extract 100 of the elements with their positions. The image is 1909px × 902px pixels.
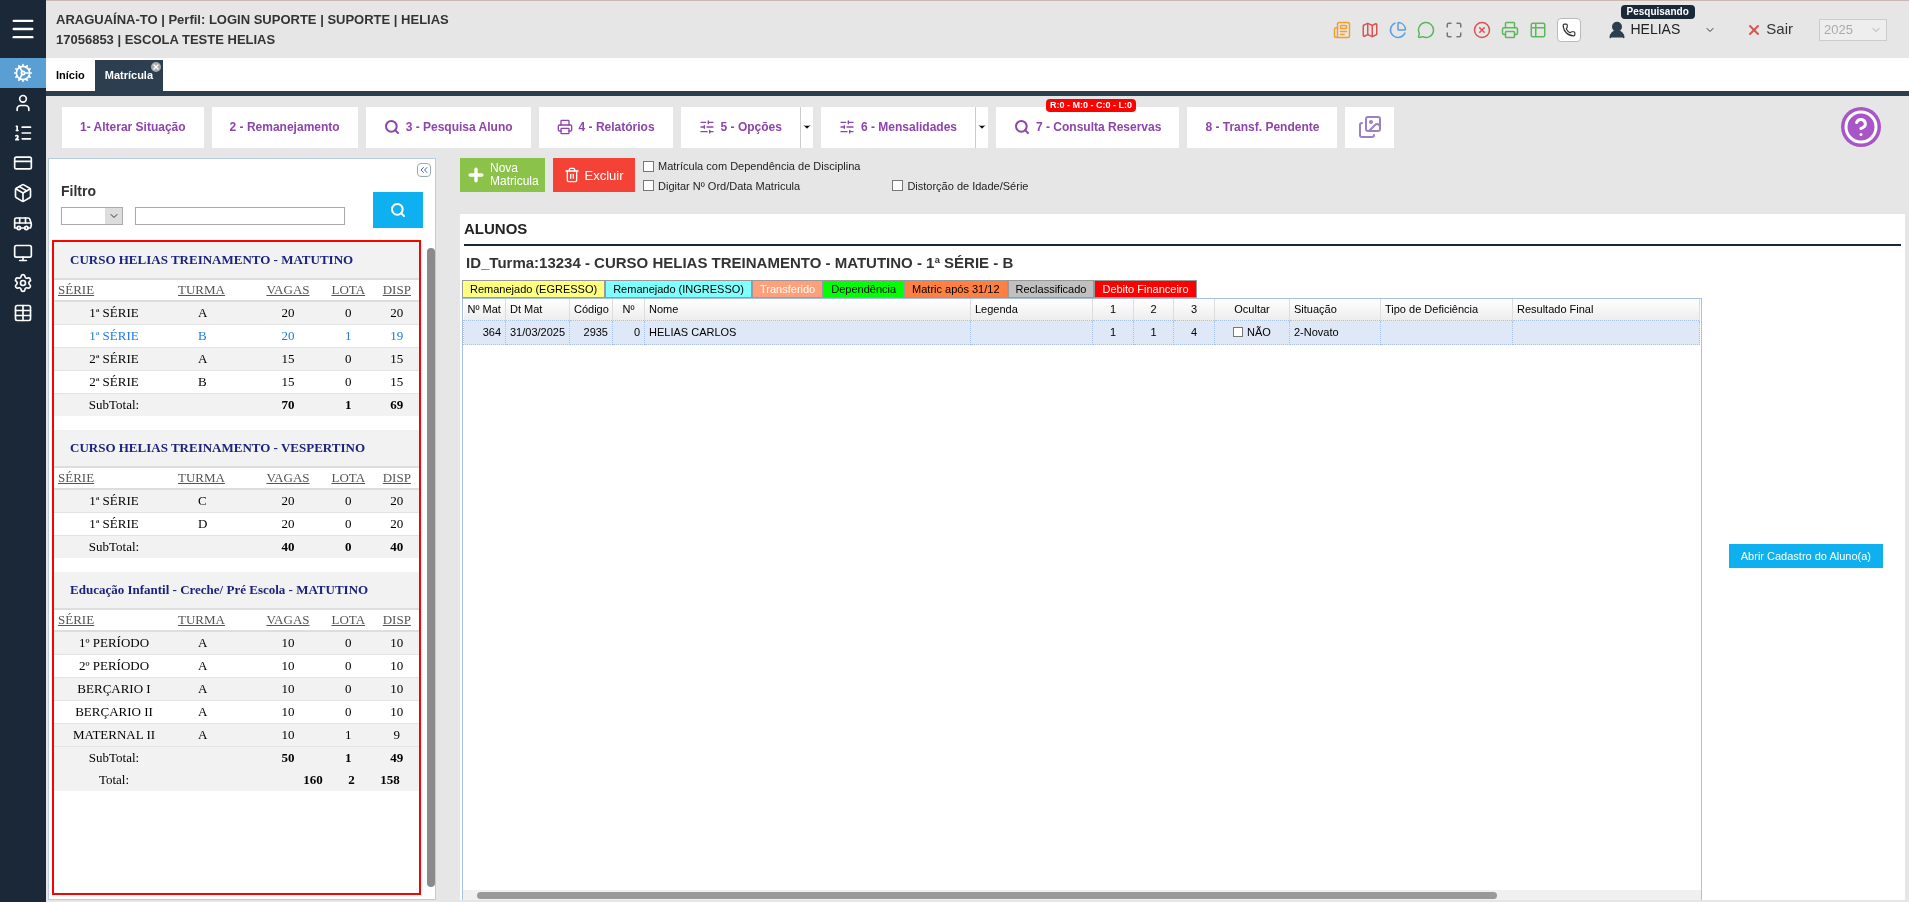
column-header[interactable]: Dt Mat <box>505 298 570 321</box>
table-cell: 20 <box>374 512 419 536</box>
class-row[interactable]: 1ª SÉRIE C 20 0 20 <box>54 489 419 513</box>
print-button[interactable] <box>1500 20 1519 39</box>
table-cell: 2-Novato <box>1289 320 1381 345</box>
student-row[interactable]: 364 31/03/2025 2935 0 HELIAS CARLOS 1 1 4 NÃO 2-Novato <box>463 320 1700 345</box>
tab[interactable]: Matrícula <box>94 60 164 91</box>
table-cell: 2ª SÉRIE <box>54 370 174 394</box>
toolbar-button[interactable]: 1- Alterar Situação <box>62 106 204 148</box>
sliders-icon <box>698 119 715 135</box>
column-header[interactable]: Resultado Final <box>1512 298 1700 321</box>
scrollbar[interactable] <box>427 248 435 887</box>
logout-button[interactable]: Sair <box>1746 18 1793 41</box>
table-cell: 40 <box>254 535 322 558</box>
table-cell: 1 <box>321 746 375 769</box>
table-cell: 1ª SÉRIE <box>54 512 174 536</box>
class-row[interactable]: 1ª SÉRIE B 20 1 19 <box>54 324 419 348</box>
close-icon <box>1472 20 1491 39</box>
class-row[interactable]: 1ª SÉRIE D 20 0 20 <box>54 512 419 536</box>
monitor-icon <box>13 243 33 263</box>
collapse-button[interactable] <box>417 163 431 177</box>
option-checkbox[interactable]: Matrícula com Dependência de Disciplina <box>643 158 861 175</box>
class-row[interactable]: 2º PERÍODO A 10 0 10 <box>54 654 419 678</box>
filter-select[interactable] <box>61 207 123 225</box>
table-cell: A <box>174 677 255 701</box>
table-cell: 0 <box>321 370 375 394</box>
hide-checkbox[interactable] <box>1233 326 1244 337</box>
column-header[interactable]: LOTA <box>321 280 375 301</box>
column-header[interactable]: TURMA <box>174 610 255 631</box>
tab[interactable]: Início <box>46 60 95 91</box>
column-header[interactable]: LOTA <box>321 610 375 631</box>
column-header[interactable]: Ocultar <box>1214 298 1290 321</box>
column-header[interactable]: VAGAS <box>254 468 322 489</box>
column-header[interactable]: 3 <box>1173 298 1215 321</box>
news-button[interactable] <box>1332 20 1351 39</box>
column-header[interactable]: DISP <box>374 610 419 631</box>
column-header[interactable]: Nome <box>644 298 971 321</box>
table-cell: D <box>174 512 255 536</box>
column-header[interactable]: SÉRIE <box>54 280 174 301</box>
column-header[interactable]: Tipo de Deficiência <box>1380 298 1513 321</box>
class-row[interactable]: BERÇARIO I A 10 0 10 <box>54 677 419 701</box>
search-button[interactable] <box>373 192 423 228</box>
column-header[interactable]: 2 <box>1133 298 1174 321</box>
column-header[interactable]: TURMA <box>174 280 255 301</box>
toolbar-button[interactable]: 6 - Mensalidades <box>820 106 975 148</box>
class-title: ID_Turma:13234 - CURSO HELIAS TREINAMENTO - MATUTINO - 1ª SÉRIE - B <box>466 253 1015 273</box>
table-cell: 20 <box>254 301 322 325</box>
close-tab-icon[interactable] <box>151 62 162 72</box>
help-button[interactable] <box>1841 107 1881 147</box>
column-header[interactable]: Legenda <box>970 298 1093 321</box>
map-icon <box>1360 20 1379 39</box>
column-header[interactable]: SÉRIE <box>54 610 174 631</box>
table-cell: A <box>174 654 255 678</box>
close-button[interactable] <box>1472 20 1491 39</box>
column-header[interactable]: TURMA <box>174 468 255 489</box>
toolbar-button[interactable]: 4 - Relatórios <box>538 106 673 148</box>
map-button[interactable] <box>1360 20 1379 39</box>
images-icon <box>1357 115 1382 139</box>
toolbar-button[interactable]: 5 - Opções <box>680 106 800 148</box>
fullscreen-button[interactable] <box>1444 20 1463 39</box>
horizontal-scrollbar[interactable] <box>477 891 1497 899</box>
class-row[interactable]: BERÇARIO II A 10 0 10 <box>54 700 419 724</box>
table-cell: 10 <box>374 700 419 724</box>
column-header[interactable]: Nº Mat <box>463 298 506 321</box>
column-header[interactable]: DISP <box>374 468 419 489</box>
status-tooltip: Pesquisando <box>1620 5 1695 19</box>
column-header[interactable]: VAGAS <box>254 280 322 301</box>
column-header[interactable]: SÉRIE <box>54 468 174 489</box>
delete-button[interactable]: Excluir <box>553 158 635 192</box>
column-header[interactable]: VAGAS <box>254 610 322 631</box>
column-header[interactable]: Situação <box>1289 298 1381 321</box>
class-row[interactable]: 1º PERÍODO A 10 0 10 <box>54 631 419 655</box>
gallery-button[interactable] <box>1345 106 1395 148</box>
column-header[interactable]: LOTA <box>321 468 375 489</box>
option-checkbox[interactable]: Digitar Nº Ord/Data Matricula <box>643 177 861 194</box>
toolbar-button[interactable]: 2 - Remanejamento <box>211 106 358 148</box>
filter-input[interactable] <box>135 207 345 225</box>
toolbar-button[interactable]: 3 - Pesquisa Aluno <box>365 106 531 148</box>
table-cell: 158 <box>361 769 419 791</box>
column-header[interactable]: DISP <box>374 280 419 301</box>
caret-icon <box>977 122 987 132</box>
dropdown-toggle[interactable] <box>975 106 988 148</box>
grid-button[interactable] <box>1528 20 1547 39</box>
column-header[interactable]: 1 <box>1092 298 1134 321</box>
toolbar-button[interactable]: 8 - Transf. Pendente <box>1187 106 1338 148</box>
phone-button[interactable] <box>1556 17 1581 42</box>
user-icon <box>1606 19 1627 40</box>
fullscreen-icon <box>1444 20 1463 39</box>
user-name[interactable]: HELIAS <box>1630 19 1681 40</box>
column-header[interactable]: Código <box>569 298 613 321</box>
table-cell: 10 <box>254 700 322 724</box>
class-row[interactable]: MATERNAL II A 10 1 9 <box>54 723 419 747</box>
table-cell: 20 <box>374 301 419 325</box>
pie-chart-button[interactable] <box>1388 20 1407 39</box>
chat-button[interactable] <box>1416 20 1435 39</box>
list-icon <box>13 123 33 143</box>
class-row[interactable]: 2ª SÉRIE B 15 0 15 <box>54 370 419 394</box>
option-checkbox[interactable]: Distorção de Idade/Série <box>892 177 1029 194</box>
legend-tag: Transferido <box>752 279 824 298</box>
column-header[interactable]: Nº <box>612 298 645 321</box>
